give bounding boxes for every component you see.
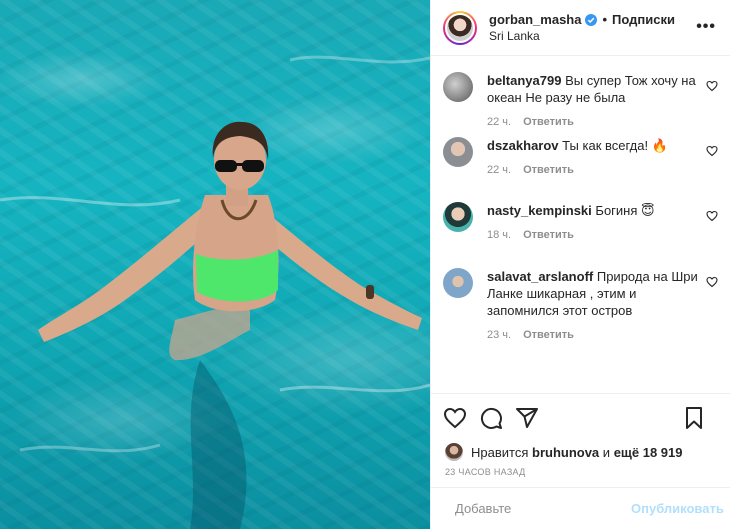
likes-conjunction: и xyxy=(602,444,611,460)
comment-time[interactable]: 23 ч. xyxy=(487,329,511,343)
comment-username[interactable]: salavat_arslanoff xyxy=(487,269,593,284)
comment-avatar[interactable] xyxy=(443,202,473,232)
likes-summary: Нравится bruhunova и ещё 18 919 xyxy=(431,441,730,463)
comment-item: dszakharov Ты как всегда! 🔥 22 ч. Ответит… xyxy=(443,137,718,202)
comment-text: Богиня 😇 xyxy=(595,203,655,218)
instagram-post: gorban_masha • Подписки Sri Lanka ••• be… xyxy=(0,0,730,529)
add-comment-bar: Опубликовать xyxy=(431,487,730,529)
comment-time[interactable]: 22 ч. xyxy=(487,164,511,178)
publish-button[interactable]: Опубликовать xyxy=(631,501,724,516)
comments-list: beltanya799 Вы супер Тож хочу на океан Н… xyxy=(431,56,730,393)
like-comment-heart-icon[interactable] xyxy=(706,80,718,92)
comment-text: Ты как всегда! 🔥 xyxy=(562,138,668,153)
comment-item: salavat_arslanoff Природа на Шри Ланке ш… xyxy=(443,268,718,350)
author-username[interactable]: gorban_masha xyxy=(489,12,581,27)
separator-dot: • xyxy=(602,12,608,27)
post-header: gorban_masha • Подписки Sri Lanka ••• xyxy=(431,0,730,56)
bookmark-icon[interactable] xyxy=(682,406,706,430)
following-button[interactable]: Подписки xyxy=(612,12,675,27)
comment-username[interactable]: beltanya799 xyxy=(487,73,561,88)
likes-prefix: Нравится xyxy=(471,444,529,460)
post-location[interactable]: Sri Lanka xyxy=(489,29,675,43)
post-actions-bar xyxy=(431,393,730,441)
post-timestamp[interactable]: 23 ЧАСОВ НАЗАД xyxy=(431,463,730,485)
likes-count-link[interactable]: ещё 18 919 xyxy=(614,445,683,460)
post-sidebar: gorban_masha • Подписки Sri Lanka ••• be… xyxy=(430,0,730,529)
reply-button[interactable]: Ответить xyxy=(523,229,574,243)
like-comment-heart-icon[interactable] xyxy=(706,145,718,157)
reply-button[interactable]: Ответить xyxy=(523,116,574,130)
swimmer-illustration xyxy=(0,55,430,529)
like-heart-icon[interactable] xyxy=(443,406,467,430)
comment-avatar[interactable] xyxy=(443,72,473,102)
reply-button[interactable]: Ответить xyxy=(523,329,574,343)
comment-username[interactable]: dszakharov xyxy=(487,138,559,153)
like-comment-heart-icon[interactable] xyxy=(706,210,718,222)
comment-time[interactable]: 18 ч. xyxy=(487,229,511,243)
comment-item: beltanya799 Вы супер Тож хочу на океан Н… xyxy=(443,72,718,137)
add-comment-input[interactable] xyxy=(455,501,631,516)
comment-avatar[interactable] xyxy=(443,137,473,167)
like-comment-heart-icon[interactable] xyxy=(706,276,718,288)
verified-badge-icon xyxy=(585,13,598,26)
author-avatar[interactable] xyxy=(443,10,477,45)
reply-button[interactable]: Ответить xyxy=(523,164,574,178)
comment-item: nasty_kempinski Богиня 😇 18 ч. Ответить xyxy=(443,202,718,268)
share-paper-plane-icon[interactable] xyxy=(515,406,539,430)
post-photo[interactable] xyxy=(0,0,430,529)
liker-avatar[interactable] xyxy=(445,443,463,461)
comment-avatar[interactable] xyxy=(443,268,473,298)
comment-bubble-icon[interactable] xyxy=(479,406,503,430)
more-options-icon[interactable]: ••• xyxy=(696,18,716,36)
comment-time[interactable]: 22 ч. xyxy=(487,116,511,130)
liker-username[interactable]: bruhunova xyxy=(532,445,599,460)
comment-username[interactable]: nasty_kempinski xyxy=(487,203,592,218)
